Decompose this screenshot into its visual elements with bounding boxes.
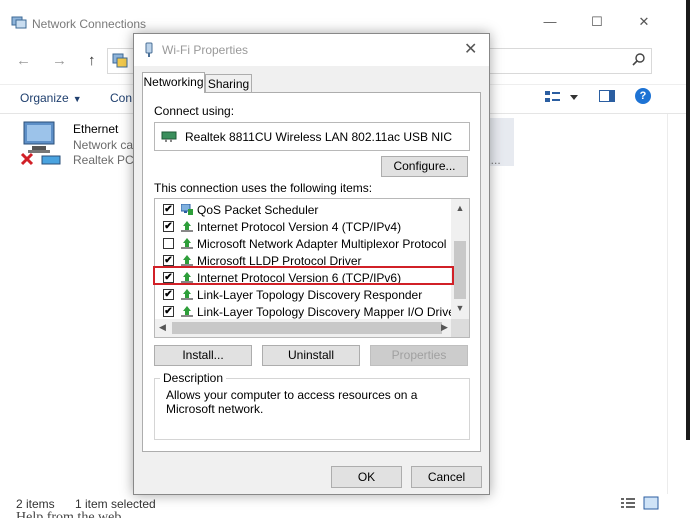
dialog-titlebar: Wi-Fi Properties ✕	[134, 34, 489, 66]
scroll-up-icon[interactable]: ▲	[451, 203, 469, 213]
explorer-title: Network Connections	[32, 17, 147, 31]
item-label: Internet Protocol Version 4 (TCP/IPv4)	[197, 220, 402, 234]
protocol-icon	[181, 272, 193, 283]
uninstall-button[interactable]: Uninstall	[262, 345, 360, 366]
list-item[interactable]: ✔ Microsoft LLDP Protocol Driver	[155, 252, 451, 269]
minimize-button[interactable]: —	[540, 14, 560, 29]
description-text: Allows your computer to access resources…	[166, 388, 418, 416]
list-item-ipv6[interactable]: ✔ Internet Protocol Version 6 (TCP/IPv6)	[155, 269, 451, 286]
back-arrow-icon[interactable]: ←	[16, 52, 31, 69]
item-checkbox[interactable]: ✔	[163, 221, 174, 232]
item-checkbox[interactable]: ✔	[163, 306, 174, 317]
up-arrow-icon[interactable]: ↑	[88, 52, 96, 69]
protocol-icon	[181, 221, 193, 232]
scroll-down-icon[interactable]: ▼	[451, 303, 469, 313]
wifi-properties-dialog: Wi-Fi Properties ✕ Networking Sharing Co…	[133, 33, 490, 495]
status-selection: 1 item selected	[75, 497, 156, 511]
change-view-icon[interactable]	[544, 90, 584, 104]
ethernet-item-name[interactable]: Ethernet	[73, 122, 118, 136]
protocol-icon	[181, 238, 193, 249]
network-connections-icon	[112, 53, 128, 68]
wifi-adapter-icon	[145, 42, 153, 57]
install-button[interactable]: Install...	[154, 345, 252, 366]
list-vertical-scrollbar[interactable]: ▲ ▼	[451, 199, 469, 319]
protocol-icon	[181, 255, 193, 266]
cancel-button[interactable]: Cancel	[411, 466, 482, 488]
window-edge	[686, 0, 690, 440]
qos-network-icon	[181, 204, 193, 215]
description-legend: Description	[160, 371, 227, 385]
tab-sharing[interactable]: Sharing	[205, 74, 252, 93]
maximize-button[interactable]: ☐	[587, 14, 607, 30]
close-button[interactable]: ✕	[634, 14, 654, 30]
scroll-thumb[interactable]	[454, 241, 466, 299]
configure-button[interactable]: Configure...	[381, 156, 468, 177]
adapter-field: Realtek 8811CU Wireless LAN 802.11ac USB…	[154, 122, 470, 151]
forward-arrow-icon[interactable]: →	[52, 52, 67, 69]
organize-label: Organize	[20, 91, 69, 105]
item-checkbox[interactable]: ✔	[163, 289, 174, 300]
list-item[interactable]: ✔ QoS Packet Scheduler	[155, 201, 451, 218]
network-connections-icon	[11, 16, 27, 29]
item-checkbox[interactable]: ✔	[163, 272, 174, 283]
status-view-icons[interactable]	[620, 496, 660, 510]
list-item[interactable]: Microsoft Network Adapter Multiplexor Pr…	[155, 235, 451, 252]
connect-command[interactable]: Con	[110, 91, 132, 105]
scroll-left-icon[interactable]: ◀	[159, 322, 166, 333]
item-label: Link-Layer Topology Discovery Responder	[197, 288, 423, 302]
status-item-count: 2 items	[16, 497, 55, 511]
preview-pane-icon[interactable]	[599, 90, 615, 102]
network-adapter-icon	[161, 131, 177, 142]
ethernet-item-status: Network ca	[73, 138, 134, 152]
item-checkbox[interactable]: ✔	[163, 255, 174, 266]
organize-menu[interactable]: Organize ▼	[20, 91, 82, 105]
item-label: Microsoft Network Adapter Multiplexor Pr…	[197, 237, 447, 251]
properties-button[interactable]: Properties	[370, 345, 468, 366]
connect-using-label: Connect using:	[154, 104, 235, 118]
items-list-label: This connection uses the following items…	[154, 181, 373, 195]
scroll-right-icon[interactable]: ▶	[441, 322, 448, 333]
help-from-web-text: Help from the web	[16, 510, 122, 518]
scrollbar-corner	[451, 319, 469, 337]
list-horizontal-scrollbar[interactable]: ◀ ▶	[155, 319, 451, 337]
item-checkbox[interactable]: ✔	[163, 204, 174, 215]
tab-networking[interactable]: Networking	[142, 72, 205, 93]
ok-button[interactable]: OK	[331, 466, 402, 488]
help-icon[interactable]: ?	[635, 88, 651, 104]
chevron-down-icon: ▼	[72, 94, 82, 104]
components-list: ✔ QoS Packet Scheduler ✔ Internet Protoc…	[154, 198, 470, 338]
item-checkbox[interactable]	[163, 238, 174, 249]
scroll-thumb[interactable]	[172, 322, 442, 334]
dialog-close-button[interactable]: ✕	[464, 39, 477, 59]
search-icon[interactable]	[632, 52, 646, 66]
list-item[interactable]: ✔ Link-Layer Topology Discovery Responde…	[155, 286, 451, 303]
item-label: Link-Layer Topology Discovery Mapper I/O…	[197, 305, 459, 319]
list-item[interactable]: ✔ Link-Layer Topology Discovery Mapper I…	[155, 303, 459, 320]
item-label: Internet Protocol Version 6 (TCP/IPv6)	[197, 271, 402, 285]
list-item[interactable]: ✔ Internet Protocol Version 4 (TCP/IPv4)	[155, 218, 451, 235]
adapter-name: Realtek 8811CU Wireless LAN 802.11ac USB…	[185, 130, 452, 144]
protocol-icon	[181, 289, 193, 300]
item-label: Microsoft LLDP Protocol Driver	[197, 254, 362, 268]
item-label: QoS Packet Scheduler	[197, 203, 319, 217]
ethernet-item-device: Realtek PCI	[73, 153, 138, 167]
protocol-icon	[181, 306, 193, 317]
dialog-title: Wi-Fi Properties	[162, 43, 249, 57]
ethernet-adapter-icon[interactable]	[20, 118, 62, 166]
